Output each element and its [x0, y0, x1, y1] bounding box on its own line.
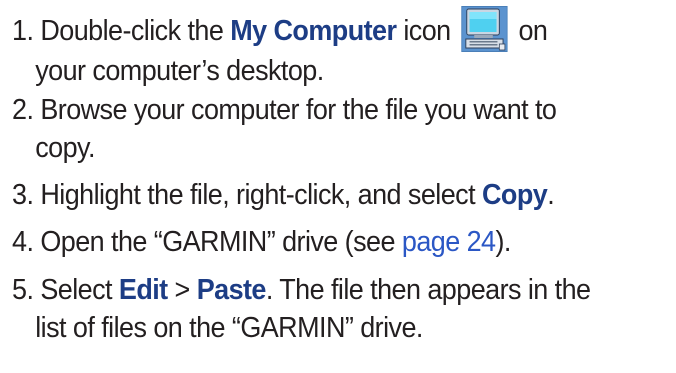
step-number: 2.	[12, 94, 34, 126]
step-1: 1. Double-click the My Computer icon on …	[12, 6, 630, 90]
step-text-line2: list of files on the “GARMIN” drive.	[35, 312, 423, 344]
step-number: 5.	[12, 274, 34, 306]
instruction-steps: 1. Double-click the My Computer icon on …	[0, 0, 676, 373]
step-4: 4. Open the “GARMIN” drive (see page 24)…	[12, 223, 630, 261]
step-text-line2: copy.	[35, 132, 95, 164]
step-text: Highlight the file, right-click, and sel…	[40, 179, 476, 211]
step-number: 1.	[12, 15, 34, 47]
step-5: 5. Select Edit > Paste. The file then ap…	[12, 271, 630, 347]
step-text: ).	[495, 226, 511, 258]
copy-label: Copy	[481, 179, 548, 211]
page-24-link[interactable]: page 24	[402, 226, 496, 258]
step-text: icon	[403, 15, 451, 47]
step-text: . The file then appears in the	[265, 274, 591, 306]
step-text: .	[547, 179, 555, 211]
my-computer-icon	[461, 6, 508, 52]
step-text: Open the “GARMIN” drive (see	[40, 226, 395, 258]
step-number: 3.	[12, 179, 34, 211]
my-computer-label: My Computer	[230, 15, 397, 47]
menu-separator: >	[174, 274, 191, 306]
edit-label: Edit	[118, 274, 168, 306]
step-text: Double-click the	[40, 15, 224, 47]
step-text: Select	[40, 274, 112, 306]
step-text-line2: your computer’s desktop.	[35, 55, 324, 87]
step-text: Browse your computer for the file you wa…	[40, 94, 557, 126]
step-3: 3. Highlight the file, right-click, and …	[12, 176, 630, 214]
step-2: 2. Browse your computer for the file you…	[12, 91, 630, 167]
step-number: 4.	[12, 226, 34, 258]
paste-label: Paste	[196, 274, 267, 306]
step-text: on	[518, 15, 548, 47]
